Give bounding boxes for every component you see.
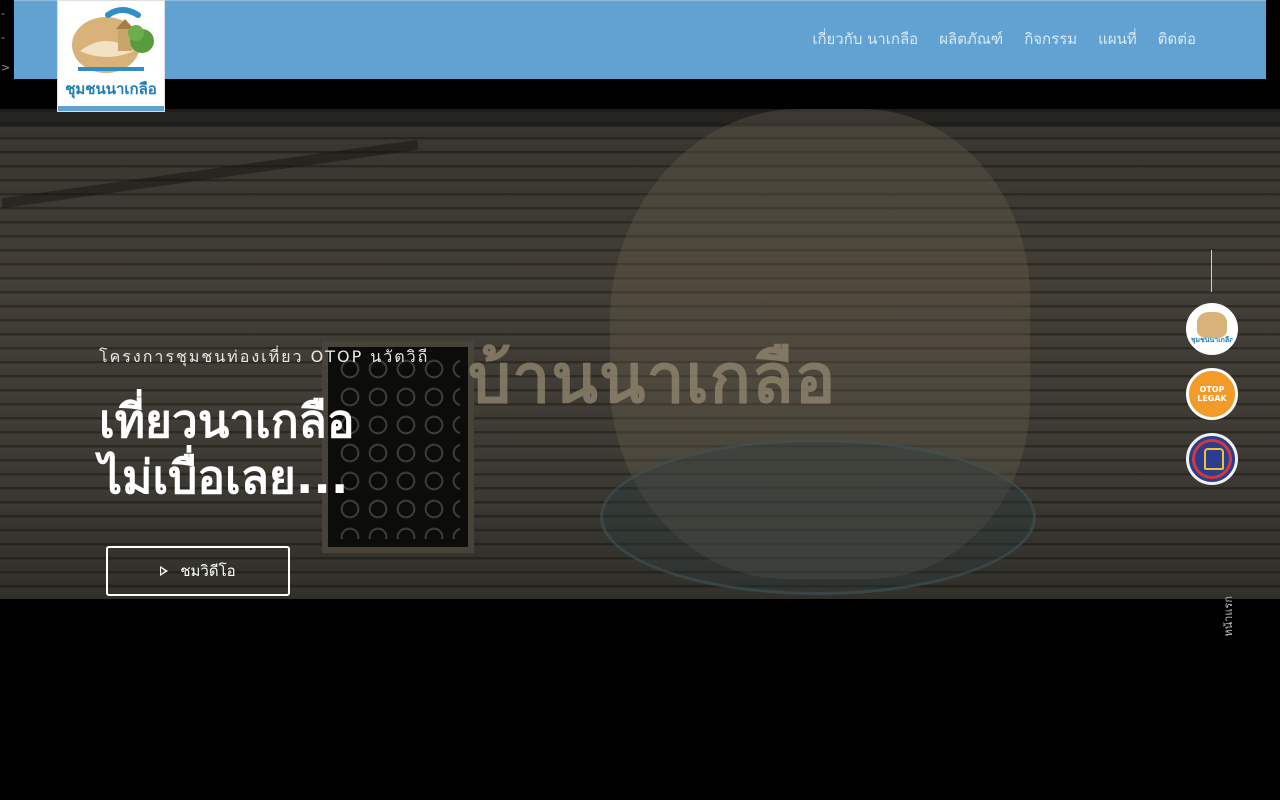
nav-item-map[interactable]: แผนที่ [1098,27,1137,51]
nav-item-products[interactable]: ผลิตภัณฑ์ [939,27,1003,51]
nav-item-about[interactable]: เกี่ยวกับ นาเกลือ [812,27,918,51]
logo-text: ชุมชนนาเกลือ [65,80,157,98]
otop-badge[interactable]: OTOP LEGAK [1186,368,1238,420]
hero-subtitle: โครงการชุมชนท่องเที่ยว OTOP นวัตวิถี [99,347,430,366]
watch-video-label: ชมวิดีโอ [180,563,236,580]
seal-emblem-icon [1204,448,1224,470]
government-seal-badge[interactable] [1186,433,1238,485]
top-navbar: เกี่ยวกับ นาเกลือ ผลิตภัณฑ์ กิจกรรม แผนท… [14,0,1266,79]
logo-underline [58,106,164,111]
community-badge-text: ชุมชนนาเกลือ [1190,336,1234,344]
site-logo[interactable]: ชุมชนนาเกลือ [58,1,164,111]
hero-title-line-2: ไม่เบื่อเลย... [99,450,349,504]
side-divider [1211,250,1212,292]
logo-emblem-icon [72,7,154,73]
hero-title-line-1: เที่ยวนาเกลือ [99,394,355,448]
play-icon [160,566,169,576]
nav-item-contact[interactable]: ติดต่อ [1158,27,1196,51]
watch-video-button[interactable]: ชมวิดีโอ [106,546,290,596]
community-badge[interactable]: ชุมชนนาเกลือ [1186,303,1238,355]
otop-badge-text: OTOP LEGAK [1197,385,1227,403]
main-nav: เกี่ยวกับ นาเกลือ ผลิตภัณฑ์ กิจกรรม แผนท… [812,27,1196,51]
hero-title: เที่ยวนาเกลือ ไม่เบื่อเลย... [99,393,355,505]
scroll-label[interactable]: หน้าแรก [1220,596,1238,637]
nav-item-activities[interactable]: กิจกรรม [1024,27,1077,51]
